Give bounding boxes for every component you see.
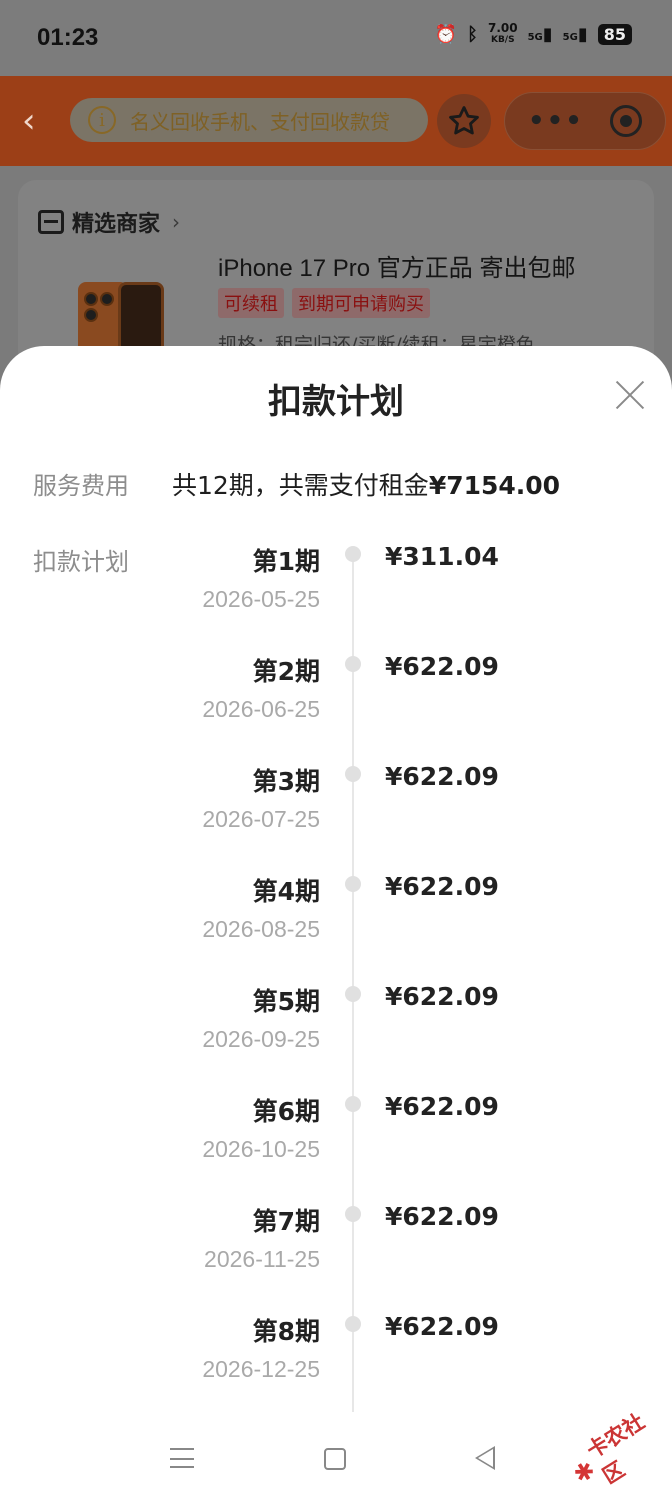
schedule-amount: ¥622.09 [385, 872, 499, 901]
payment-plan-sheet: 扣款计划 服务费用 共12期，共需支付租金¥7154.00 扣款计划 第1期 20… [0, 346, 672, 1500]
status-icons: ⏰ ᛒ 7.00 KB/S 5G▮ 5G▮ 85 [435, 22, 632, 46]
menu-icon[interactable] [170, 1448, 194, 1468]
timeline-dot [345, 1096, 361, 1112]
timeline-dot [345, 986, 361, 1002]
schedule-period: 第7期 [252, 1207, 320, 1236]
schedule-amount: ¥622.09 [385, 1092, 499, 1121]
schedule-amount: ¥622.09 [385, 1312, 499, 1341]
battery-indicator: 85 [597, 23, 632, 45]
status-bar: 01:23 ⏰ ᛒ 7.00 KB/S 5G▮ 5G▮ 85 [0, 0, 672, 76]
fee-prefix: 共12期，共需支付租金 [172, 471, 429, 500]
sheet-title: 扣款计划 [268, 382, 404, 422]
close-icon[interactable] [616, 380, 646, 410]
schedule-amount: ¥622.09 [385, 652, 499, 681]
fee-summary: 共12期，共需支付租金¥7154.00 [172, 466, 560, 502]
home-icon[interactable] [324, 1448, 346, 1470]
schedule-amount: ¥311.04 [385, 542, 499, 571]
schedule-period: 第1期 [252, 547, 320, 576]
schedule-date: 2026-08-25 [202, 916, 320, 942]
product-tag: 可续租 [218, 288, 284, 318]
schedule-period: 第5期 [252, 987, 320, 1016]
timeline-dot [345, 766, 361, 782]
target-icon[interactable] [609, 105, 642, 137]
schedule-date: 2026-07-25 [202, 806, 320, 832]
schedule-date: 2026-10-25 [202, 1136, 320, 1162]
network-speed: 7.00 KB/S [487, 21, 518, 45]
star-icon [449, 106, 479, 135]
schedule-period: 第2期 [252, 657, 320, 686]
schedule-period: 第6期 [252, 1097, 320, 1126]
schedule-date: 2026-11-25 [204, 1246, 320, 1272]
signal-icon-2: 5G▮ [562, 23, 588, 45]
schedule-amount: ¥622.09 [385, 762, 499, 791]
chevron-right-icon: › [172, 210, 181, 234]
timeline-dot [345, 546, 361, 562]
timeline-dot [345, 1316, 361, 1332]
status-time: 01:23 [37, 24, 99, 51]
schedule-date: 2026-05-25 [202, 586, 320, 612]
bluetooth-icon: ᛒ [467, 23, 478, 45]
merchant-label: 精选商家 [72, 212, 161, 237]
schedule-period: 第8期 [252, 1317, 320, 1346]
product-tags: 可续租 到期可申请购买 [218, 288, 430, 318]
timeline-dot [345, 656, 361, 672]
plan-label: 扣款计划 [33, 548, 129, 576]
timeline-dot [345, 1206, 361, 1222]
fee-total: ¥7154.00 [428, 471, 561, 500]
fee-label: 服务费用 [33, 472, 129, 500]
signal-icon: 5G▮ [527, 23, 553, 45]
back-triangle-icon[interactable] [475, 1446, 495, 1470]
schedule-date: 2026-09-25 [202, 1026, 320, 1052]
schedule-period: 第4期 [252, 877, 320, 906]
search-bar[interactable]: i 名义回收手机、支付回收款贷 [70, 98, 428, 142]
schedule-date: 2026-06-25 [202, 696, 320, 722]
schedule-period: 第3期 [252, 767, 320, 796]
timeline-dot [345, 876, 361, 892]
alarm-icon: ⏰ [434, 23, 458, 45]
top-header: ‹ i 名义回收手机、支付回收款贷 ••• [0, 76, 672, 166]
chevron-left-icon[interactable]: ‹ [22, 104, 50, 140]
merchant-link[interactable]: 精选商家 › [38, 206, 180, 238]
info-icon: i [88, 106, 116, 134]
product-tag: 到期可申请购买 [292, 288, 430, 318]
schedule-amount: ¥622.09 [385, 982, 499, 1011]
search-placeholder: 名义回收手机、支付回收款贷 [130, 109, 390, 134]
schedule-date: 2026-12-25 [202, 1356, 320, 1382]
product-title: iPhone 17 Pro 官方正品 寄出包邮 [218, 255, 576, 282]
more-dots-icon[interactable]: ••• [528, 106, 584, 136]
mini-program-capsule: ••• [504, 92, 666, 150]
schedule-amount: ¥622.09 [385, 1202, 499, 1231]
shop-icon [38, 210, 64, 234]
favorite-button[interactable] [437, 94, 491, 148]
